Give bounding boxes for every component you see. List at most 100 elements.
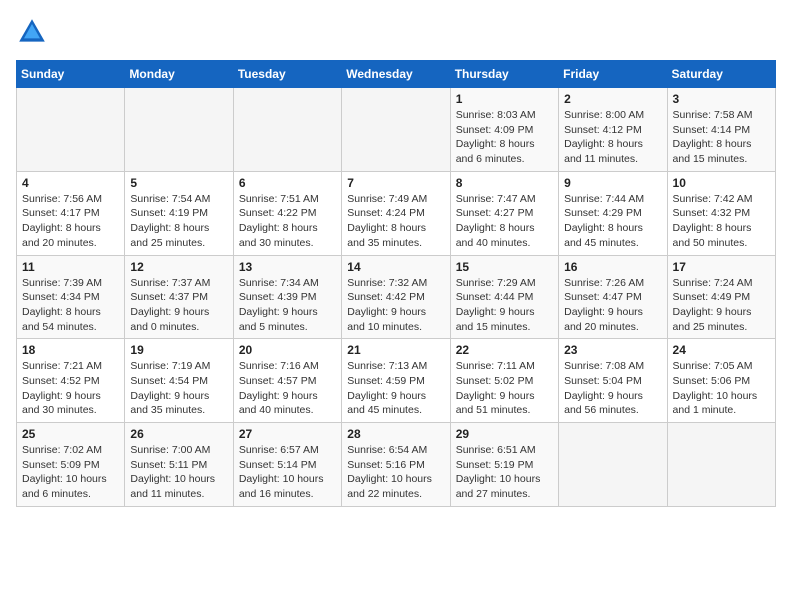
day-detail: Sunrise: 6:57 AMSunset: 5:14 PMDaylight:… [239,443,336,502]
day-number: 2 [564,92,661,106]
day-detail: Sunrise: 7:19 AMSunset: 4:54 PMDaylight:… [130,359,227,418]
calendar-cell: 25 Sunrise: 7:02 AMSunset: 5:09 PMDayligh… [17,423,125,507]
day-detail: Sunrise: 7:00 AMSunset: 5:11 PMDaylight:… [130,443,227,502]
calendar-cell: 26 Sunrise: 7:00 AMSunset: 5:11 PMDayligh… [125,423,233,507]
day-number: 14 [347,260,444,274]
day-number: 1 [456,92,553,106]
day-number: 29 [456,427,553,441]
column-header-wednesday: Wednesday [342,61,450,88]
calendar-week-row: 1 Sunrise: 8:03 AMSunset: 4:09 PMDaylight… [17,88,776,172]
calendar-cell: 20Sunrise: 7:16 AMSunset: 4:57 PMDayligh… [233,339,341,423]
day-detail: Sunrise: 7:02 AMSunset: 5:09 PMDaylight:… [22,443,119,502]
calendar-cell [17,88,125,172]
day-detail: Sunrise: 7:49 AMSunset: 4:24 PMDaylight:… [347,192,444,251]
day-detail: Sunrise: 7:56 AMSunset: 4:17 PMDaylight:… [22,192,119,251]
day-detail: Sunrise: 7:05 AMSunset: 5:06 PMDaylight:… [673,359,770,418]
day-number: 28 [347,427,444,441]
day-number: 8 [456,176,553,190]
day-detail: Sunrise: 7:47 AMSunset: 4:27 PMDaylight:… [456,192,553,251]
calendar-cell: 19 Sunrise: 7:19 AMSunset: 4:54 PMDayligh… [125,339,233,423]
day-number: 12 [130,260,227,274]
calendar-cell: 14 Sunrise: 7:32 AMSunset: 4:42 PMDayligh… [342,255,450,339]
day-detail: Sunrise: 7:34 AMSunset: 4:39 PMDaylight:… [239,276,336,335]
calendar-cell: 24 Sunrise: 7:05 AMSunset: 5:06 PMDayligh… [667,339,775,423]
day-number: 23 [564,343,661,357]
day-number: 10 [673,176,770,190]
calendar-cell: 6Sunrise: 7:51 AMSunset: 4:22 PMDaylight… [233,171,341,255]
column-header-sunday: Sunday [17,61,125,88]
day-number: 15 [456,260,553,274]
calendar-cell: 18 Sunrise: 7:21 AMSunset: 4:52 PMDayligh… [17,339,125,423]
day-detail: Sunrise: 7:44 AMSunset: 4:29 PMDaylight:… [564,192,661,251]
column-header-tuesday: Tuesday [233,61,341,88]
day-number: 7 [347,176,444,190]
calendar-week-row: 25 Sunrise: 7:02 AMSunset: 5:09 PMDayligh… [17,423,776,507]
calendar-cell: 21 Sunrise: 7:13 AMSunset: 4:59 PMDayligh… [342,339,450,423]
calendar-week-row: 4 Sunrise: 7:56 AMSunset: 4:17 PMDaylight… [17,171,776,255]
day-detail: Sunrise: 7:11 AMSunset: 5:02 PMDaylight:… [456,359,553,418]
calendar-cell: 9Sunrise: 7:44 AMSunset: 4:29 PMDaylight… [559,171,667,255]
day-number: 19 [130,343,227,357]
day-detail: Sunrise: 7:54 AMSunset: 4:19 PMDaylight:… [130,192,227,251]
calendar-cell: 27 Sunrise: 6:57 AMSunset: 5:14 PMDayligh… [233,423,341,507]
day-number: 26 [130,427,227,441]
page-header [16,16,776,48]
calendar-cell: 17Sunrise: 7:24 AMSunset: 4:49 PMDayligh… [667,255,775,339]
calendar-cell: 16 Sunrise: 7:26 AMSunset: 4:47 PMDayligh… [559,255,667,339]
logo [16,16,52,48]
column-header-friday: Friday [559,61,667,88]
calendar-week-row: 11 Sunrise: 7:39 AMSunset: 4:34 PMDayligh… [17,255,776,339]
day-number: 21 [347,343,444,357]
day-detail: Sunrise: 7:58 AMSunset: 4:14 PMDaylight:… [673,108,770,167]
day-number: 11 [22,260,119,274]
calendar-cell: 22 Sunrise: 7:11 AMSunset: 5:02 PMDayligh… [450,339,558,423]
day-detail: Sunrise: 7:39 AMSunset: 4:34 PMDaylight:… [22,276,119,335]
calendar-week-row: 18 Sunrise: 7:21 AMSunset: 4:52 PMDayligh… [17,339,776,423]
calendar-cell [559,423,667,507]
day-detail: Sunrise: 6:51 AMSunset: 5:19 PMDaylight:… [456,443,553,502]
day-detail: Sunrise: 7:26 AMSunset: 4:47 PMDaylight:… [564,276,661,335]
day-detail: Sunrise: 8:03 AMSunset: 4:09 PMDaylight:… [456,108,553,167]
calendar-cell [233,88,341,172]
calendar-cell: 29 Sunrise: 6:51 AMSunset: 5:19 PMDayligh… [450,423,558,507]
day-detail: Sunrise: 7:29 AMSunset: 4:44 PMDaylight:… [456,276,553,335]
calendar-cell: 11 Sunrise: 7:39 AMSunset: 4:34 PMDayligh… [17,255,125,339]
day-detail: Sunrise: 7:37 AMSunset: 4:37 PMDaylight:… [130,276,227,335]
day-number: 5 [130,176,227,190]
calendar-cell: 8 Sunrise: 7:47 AMSunset: 4:27 PMDaylight… [450,171,558,255]
calendar-cell: 2Sunrise: 8:00 AMSunset: 4:12 PMDaylight… [559,88,667,172]
column-header-saturday: Saturday [667,61,775,88]
calendar-cell: 23Sunrise: 7:08 AMSunset: 5:04 PMDayligh… [559,339,667,423]
logo-icon [16,16,48,48]
calendar-cell: 3 Sunrise: 7:58 AMSunset: 4:14 PMDaylight… [667,88,775,172]
day-detail: Sunrise: 6:54 AMSunset: 5:16 PMDaylight:… [347,443,444,502]
calendar-header-row: SundayMondayTuesdayWednesdayThursdayFrid… [17,61,776,88]
day-detail: Sunrise: 7:21 AMSunset: 4:52 PMDaylight:… [22,359,119,418]
calendar-cell [342,88,450,172]
day-number: 16 [564,260,661,274]
calendar-cell [125,88,233,172]
day-number: 25 [22,427,119,441]
day-number: 4 [22,176,119,190]
calendar-cell [667,423,775,507]
calendar-cell: 13 Sunrise: 7:34 AMSunset: 4:39 PMDayligh… [233,255,341,339]
calendar-cell: 5 Sunrise: 7:54 AMSunset: 4:19 PMDaylight… [125,171,233,255]
day-detail: Sunrise: 7:42 AMSunset: 4:32 PMDaylight:… [673,192,770,251]
day-number: 24 [673,343,770,357]
day-detail: Sunrise: 7:13 AMSunset: 4:59 PMDaylight:… [347,359,444,418]
day-number: 27 [239,427,336,441]
calendar-table: SundayMondayTuesdayWednesdayThursdayFrid… [16,60,776,507]
calendar-cell: 28 Sunrise: 6:54 AMSunset: 5:16 PMDayligh… [342,423,450,507]
column-header-monday: Monday [125,61,233,88]
column-header-thursday: Thursday [450,61,558,88]
day-number: 22 [456,343,553,357]
day-number: 6 [239,176,336,190]
day-number: 3 [673,92,770,106]
calendar-cell: 1 Sunrise: 8:03 AMSunset: 4:09 PMDaylight… [450,88,558,172]
day-detail: Sunrise: 7:32 AMSunset: 4:42 PMDaylight:… [347,276,444,335]
day-number: 13 [239,260,336,274]
calendar-cell: 4 Sunrise: 7:56 AMSunset: 4:17 PMDaylight… [17,171,125,255]
day-detail: Sunrise: 7:24 AMSunset: 4:49 PMDaylight:… [673,276,770,335]
day-number: 20 [239,343,336,357]
day-number: 18 [22,343,119,357]
